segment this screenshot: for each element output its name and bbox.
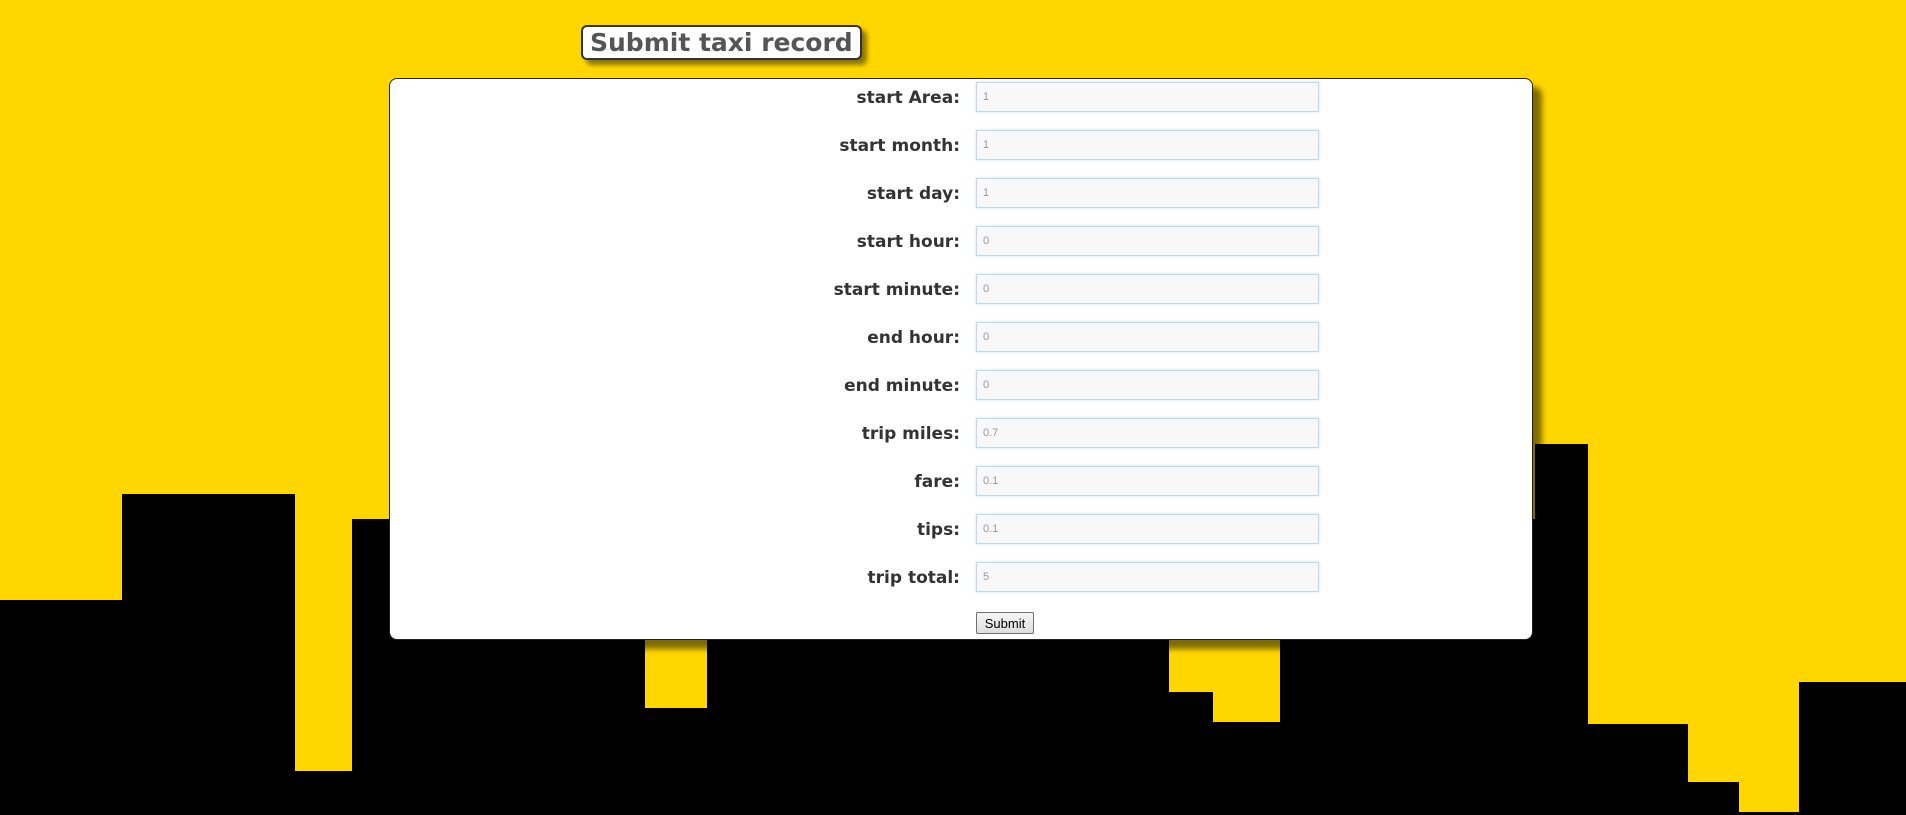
form-row-tips: tips: bbox=[390, 512, 1532, 544]
form-row-end-hour: end hour: bbox=[390, 320, 1532, 352]
form-row-fare: fare: bbox=[390, 464, 1532, 496]
start-area-label: start Area: bbox=[856, 88, 961, 108]
end-minute-input[interactable] bbox=[976, 370, 1319, 400]
start-month-input[interactable] bbox=[976, 130, 1319, 160]
start-minute-input[interactable] bbox=[976, 274, 1319, 304]
submit-button[interactable]: Submit bbox=[976, 612, 1034, 634]
form-row-start-area: start Area: bbox=[390, 80, 1532, 112]
start-hour-label: start hour: bbox=[856, 232, 960, 252]
form-row-trip-total: trip total: bbox=[390, 560, 1532, 592]
start-month-label: start month: bbox=[839, 136, 960, 156]
trip-miles-input[interactable] bbox=[976, 418, 1319, 448]
form-row-start-day: start day: bbox=[390, 176, 1532, 208]
fare-label: fare: bbox=[914, 472, 960, 492]
tips-label: tips: bbox=[916, 520, 960, 540]
fare-input[interactable] bbox=[976, 466, 1319, 496]
start-day-input[interactable] bbox=[976, 178, 1319, 208]
taxi-record-form: start Area: start month: start day: star… bbox=[389, 78, 1533, 640]
trip-miles-label: trip miles: bbox=[861, 424, 960, 444]
end-hour-input[interactable] bbox=[976, 322, 1319, 352]
start-area-input[interactable] bbox=[976, 82, 1319, 112]
form-row-end-minute: end minute: bbox=[390, 368, 1532, 400]
trip-total-input[interactable] bbox=[976, 562, 1319, 592]
end-hour-label: end hour: bbox=[867, 328, 960, 348]
start-day-label: start day: bbox=[866, 184, 960, 204]
form-row-start-minute: start minute: bbox=[390, 272, 1532, 304]
end-minute-label: end minute: bbox=[844, 376, 960, 396]
tips-input[interactable] bbox=[976, 514, 1319, 544]
trip-total-label: trip total: bbox=[867, 568, 960, 588]
form-row-trip-miles: trip miles: bbox=[390, 416, 1532, 448]
form-row-start-hour: start hour: bbox=[390, 224, 1532, 256]
start-minute-label: start minute: bbox=[833, 280, 960, 300]
page-title: Submit taxi record bbox=[581, 25, 862, 60]
form-row-start-month: start month: bbox=[390, 128, 1532, 160]
start-hour-input[interactable] bbox=[976, 226, 1319, 256]
